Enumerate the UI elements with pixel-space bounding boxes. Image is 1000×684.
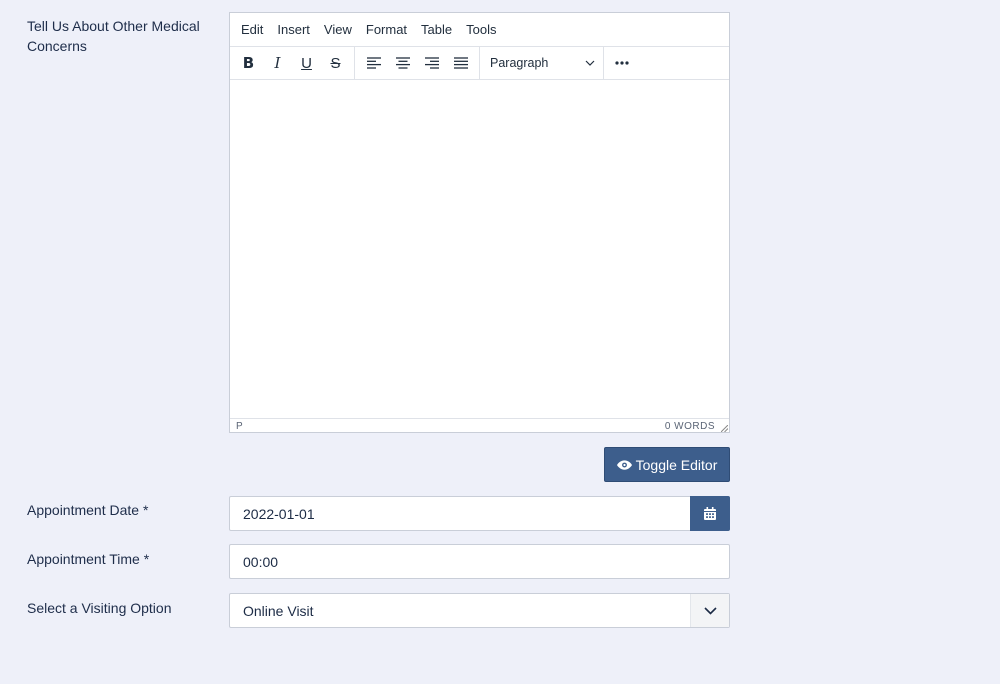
visiting-option-label: Select a Visiting Option [27,600,172,616]
bold-button[interactable]: B [234,50,263,76]
medical-concerns-label: Tell Us About Other Medical Concerns [27,18,200,54]
toggle-editor-button[interactable]: Toggle Editor [604,447,730,482]
appointment-time-value: 00:00 [243,553,279,570]
editor-statusbar: P 0 WORDS [230,418,729,433]
calendar-button[interactable] [690,496,730,531]
align-center-button[interactable] [388,50,417,76]
toggle-editor-label: Toggle Editor [635,456,718,473]
menu-table[interactable]: Table [415,22,458,37]
block-format-select[interactable]: Paragraph [480,47,604,79]
menu-view[interactable]: View [318,22,358,37]
align-left-button[interactable] [359,50,388,76]
resize-handle-icon[interactable] [721,425,728,432]
underline-button[interactable]: U [292,50,321,76]
align-center-icon [395,57,410,69]
alignment-group [355,47,480,79]
eye-icon [616,459,632,470]
appointment-time-field[interactable]: 00:00 [229,544,730,579]
editor-menubar: Edit Insert View Format Table Tools [230,13,729,47]
strikethrough-button[interactable]: S [321,50,350,76]
element-path[interactable]: P [236,421,243,432]
align-right-icon [424,57,439,69]
more-button[interactable] [604,47,640,79]
chevron-down-icon [585,60,595,66]
appointment-date-field[interactable]: 2022-01-01 [229,496,730,531]
appointment-time-label: Appointment Time * [27,551,150,567]
word-count[interactable]: 0 WORDS [665,421,715,432]
text-style-group: B I U S [230,47,355,79]
appointment-date-value: 2022-01-01 [243,505,315,522]
visiting-option-dropdown-button[interactable] [690,594,729,627]
rich-text-editor: Edit Insert View Format Table Tools B I … [229,12,730,433]
italic-button[interactable]: I [263,50,292,76]
menu-edit[interactable]: Edit [235,22,269,37]
appointment-date-label: Appointment Date * [27,502,149,518]
menu-format[interactable]: Format [360,22,413,37]
align-justify-icon [453,57,468,69]
chevron-down-icon [703,606,717,615]
visiting-option-select[interactable]: Online Visit [229,593,730,628]
block-format-value: Paragraph [490,56,549,70]
editor-content-area[interactable] [230,80,729,418]
calendar-icon [704,507,716,520]
align-justify-button[interactable] [446,50,475,76]
more-icon [615,61,629,65]
menu-insert[interactable]: Insert [271,22,316,37]
align-right-button[interactable] [417,50,446,76]
editor-toolbar: B I U S Paragraph [230,47,729,80]
visiting-option-value: Online Visit [243,602,314,619]
menu-tools[interactable]: Tools [460,22,502,37]
align-left-icon [366,57,381,69]
